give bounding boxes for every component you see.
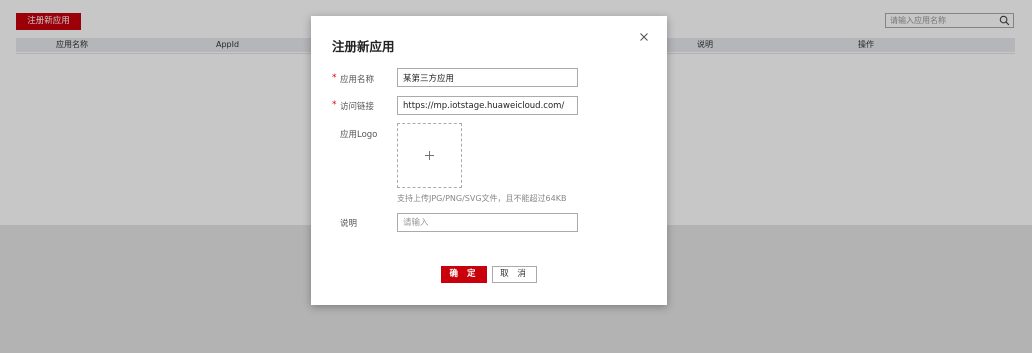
dialog-title: 注册新应用: [332, 39, 395, 54]
register-app-dialog: 注册新应用 * 应用名称 * 访问链接 应用Logo 支持上传JPG/PNG/S…: [311, 16, 667, 305]
required-marker: *: [332, 100, 337, 110]
plus-icon: [425, 151, 434, 160]
upload-hint: 支持上传JPG/PNG/SVG文件，且不能超过64KB: [397, 194, 567, 203]
required-marker: *: [332, 73, 337, 83]
app-logo-label: 应用Logo: [340, 130, 378, 140]
app-name-input[interactable]: [397, 68, 578, 87]
access-link-label: 访问链接: [340, 102, 375, 112]
app-management-page: 注册新应用 应用名称 AppId 说明 操作 注册新应用 * 应用名称 * 访问…: [0, 0, 1032, 353]
access-link-input[interactable]: [397, 96, 578, 115]
description-label: 说明: [340, 219, 358, 229]
app-name-label: 应用名称: [340, 75, 375, 85]
close-icon[interactable]: [638, 31, 650, 43]
confirm-button[interactable]: 确 定: [441, 266, 487, 283]
cancel-button[interactable]: 取 消: [492, 266, 537, 283]
description-input[interactable]: [397, 213, 578, 232]
logo-upload-area[interactable]: [397, 123, 462, 188]
